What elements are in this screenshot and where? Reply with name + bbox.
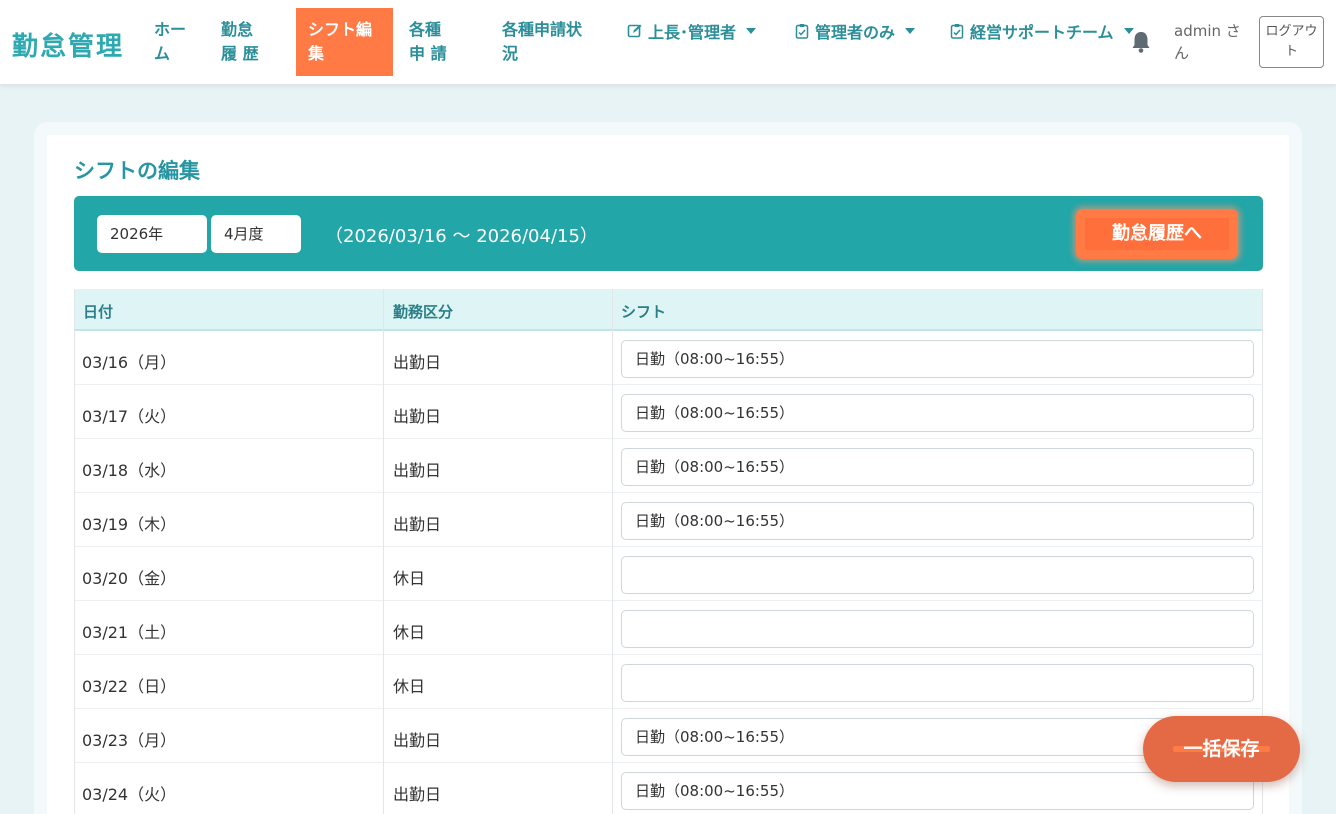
year-select[interactable]: 2026年 <box>97 215 207 253</box>
nav-dropdown-label: 経営サポートチーム <box>970 23 1114 42</box>
nav-dropdown-supervisor[interactable]: 上長･管理者 <box>626 19 757 43</box>
row-work-type: 出勤日 <box>393 407 442 426</box>
caret-down-icon <box>905 28 916 34</box>
user-name: admin さ ん <box>1174 22 1241 62</box>
row-work-type: 出勤日 <box>393 353 442 372</box>
bulk-save-button[interactable]: 一括保存 <box>1143 716 1300 782</box>
table-row: 03/19（木） 出勤日 日勤（08:00~16:55） <box>74 493 1263 547</box>
row-work-type: 出勤日 <box>393 461 442 480</box>
app-logo[interactable]: 勤怠管理 <box>12 26 124 63</box>
table-row: 03/17（火） 出勤日 日勤（08:00~16:55） <box>74 385 1263 439</box>
month-select[interactable]: 4月度 <box>211 215 301 253</box>
date-range: （2026/03/16 〜 2026/04/15） <box>325 226 598 247</box>
nav-shift-edit[interactable]: シフト編 集 <box>296 8 393 76</box>
shift-input[interactable]: 日勤（08:00~16:55） <box>621 448 1254 486</box>
column-header-work-type: 勤務区分 <box>393 303 454 321</box>
table-row: 03/20（金） 休日 <box>74 547 1263 601</box>
shift-input[interactable] <box>621 610 1254 648</box>
table-row: 03/22（日） 休日 <box>74 655 1263 709</box>
row-date: 03/18（水） <box>82 461 177 480</box>
edit-icon <box>626 22 644 40</box>
logout-button[interactable]: ログアウ ト <box>1259 16 1324 68</box>
attendance-history-button[interactable]: 勤怠履歴へ <box>1076 209 1238 259</box>
row-work-type: 休日 <box>393 623 426 642</box>
row-work-type: 休日 <box>393 677 426 696</box>
row-date: 03/17（火） <box>82 407 177 426</box>
row-date: 03/23（月） <box>82 731 177 750</box>
nav-dropdown-admin-only[interactable]: 管理者のみ <box>793 19 916 43</box>
attendance-history-button-label: 勤怠履歴へ <box>1085 218 1229 250</box>
table-row: 03/21（土） 休日 <box>74 601 1263 655</box>
table-row: 03/16（月） 出勤日 日勤（08:00~16:55） <box>74 331 1263 385</box>
row-work-type: 休日 <box>393 569 426 588</box>
row-date: 03/16（月） <box>82 353 177 372</box>
caret-down-icon <box>746 28 757 34</box>
shift-input[interactable] <box>621 556 1254 594</box>
table-header: 日付 勤務区分 シフト <box>74 289 1263 331</box>
bell-icon[interactable] <box>1130 30 1152 54</box>
row-date: 03/21（土） <box>82 623 177 642</box>
shift-input[interactable]: 日勤（08:00~16:55） <box>621 502 1254 540</box>
row-work-type: 出勤日 <box>393 515 442 534</box>
row-work-type: 出勤日 <box>393 731 442 750</box>
row-date: 03/20（金） <box>82 569 177 588</box>
table-row: 03/23（月） 出勤日 日勤（08:00~16:55） <box>74 709 1263 763</box>
nav-home[interactable]: ホー ム <box>142 8 202 76</box>
bulk-save-label: 一括保存 <box>1183 738 1260 760</box>
table-row: 03/24（火） 出勤日 日勤（08:00~16:55） <box>74 763 1263 814</box>
top-header: 勤怠管理 ホー ム 勤怠履 歴 シフト編 集 各種申 請 各種申請状 況 上長･… <box>0 0 1336 84</box>
nav-dropdown-management-support[interactable]: 経営サポートチーム <box>948 19 1134 43</box>
column-header-shift: シフト <box>621 303 667 321</box>
nav-application-status[interactable]: 各種申請状 況 <box>490 8 595 76</box>
shift-input[interactable]: 日勤（08:00~16:55） <box>621 340 1254 378</box>
column-header-date: 日付 <box>83 303 114 321</box>
nav-attendance-history[interactable]: 勤怠履 歴 <box>209 8 279 76</box>
column-divider <box>383 289 384 814</box>
row-work-type: 出勤日 <box>393 785 442 804</box>
shift-input[interactable] <box>621 664 1254 702</box>
nav-dropdown-label: 管理者のみ <box>815 23 896 42</box>
shift-input[interactable]: 日勤（08:00~16:55） <box>621 394 1254 432</box>
clipboard-check-icon <box>948 22 966 40</box>
table-row: 03/18（水） 出勤日 日勤（08:00~16:55） <box>74 439 1263 493</box>
column-divider <box>612 289 613 814</box>
nav-dropdown-label: 上長･管理者 <box>648 23 737 42</box>
nav-applications[interactable]: 各種申 請 <box>397 8 467 76</box>
table-border-left <box>74 289 75 814</box>
clipboard-check-icon <box>793 22 811 40</box>
row-date: 03/22（日） <box>82 677 177 696</box>
row-date: 03/24（火） <box>82 785 177 804</box>
page-title: シフトの編集 <box>74 159 200 183</box>
row-date: 03/19（木） <box>82 515 177 534</box>
